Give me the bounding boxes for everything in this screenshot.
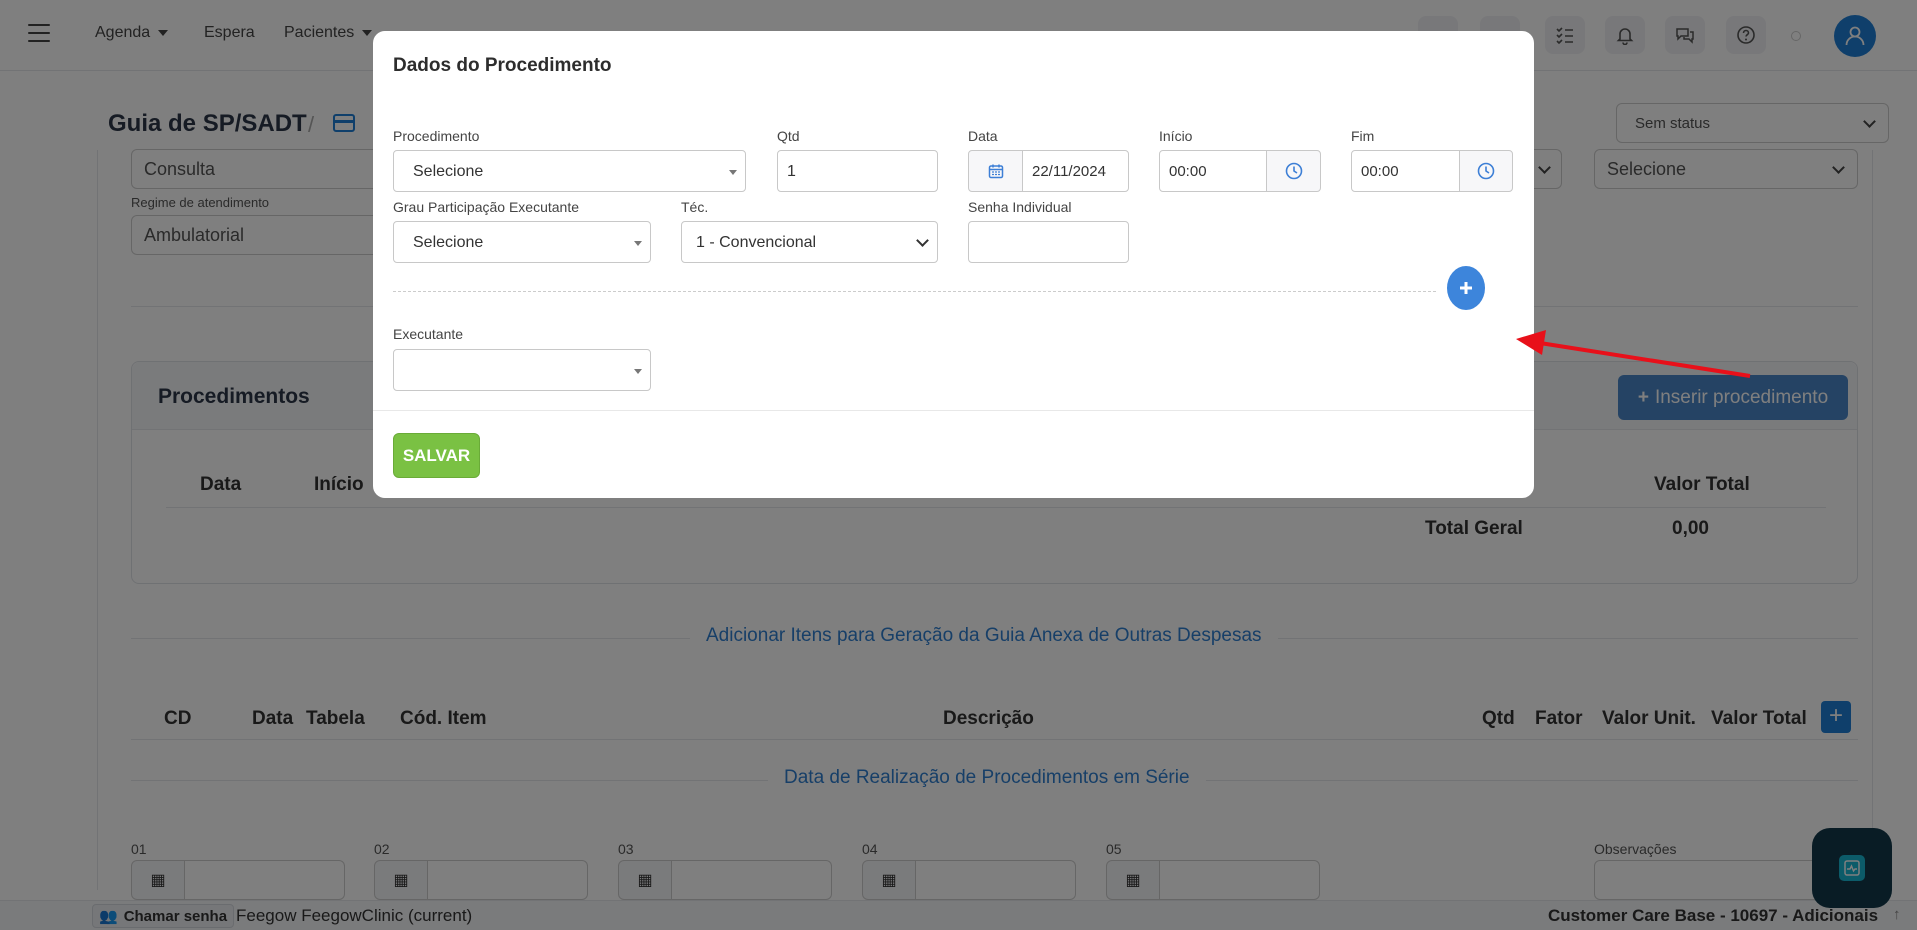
data-value: 22/11/2024 xyxy=(1032,163,1106,180)
chevron-down-icon xyxy=(916,234,929,247)
inicio-input[interactable]: 00:00 xyxy=(1159,150,1267,192)
executante-label: Executante xyxy=(393,326,464,342)
procedimento-select[interactable]: Selecione xyxy=(393,150,746,192)
dashed-separator xyxy=(393,291,1436,292)
data-label: Data xyxy=(968,128,998,144)
caret-down-icon xyxy=(634,241,642,246)
qtd-label: Qtd xyxy=(777,128,800,144)
senha-input[interactable] xyxy=(968,221,1129,263)
procedimento-label: Procedimento xyxy=(393,128,480,144)
inicio-label: Início xyxy=(1159,128,1193,144)
procedimento-select-value: Selecione xyxy=(413,163,484,180)
modal-footer-divider xyxy=(373,410,1534,411)
fim-value: 00:00 xyxy=(1361,163,1399,180)
modal-title: Dados do Procedimento xyxy=(393,55,612,76)
data-input[interactable]: 22/11/2024 xyxy=(1022,150,1129,192)
qtd-input[interactable]: 1 xyxy=(777,150,938,192)
executante-select[interactable] xyxy=(393,349,651,391)
procedure-modal: Dados do Procedimento Procedimento Selec… xyxy=(373,31,1534,498)
tec-select-value: 1 - Convencional xyxy=(696,234,817,251)
inicio-time-button[interactable] xyxy=(1266,150,1321,192)
grau-select-value: Selecione xyxy=(413,234,484,251)
plus-icon xyxy=(1460,282,1472,294)
save-button[interactable]: SALVAR xyxy=(393,433,480,478)
fim-label: Fim xyxy=(1351,128,1375,144)
caret-down-icon xyxy=(634,369,642,374)
fim-input[interactable]: 00:00 xyxy=(1351,150,1460,192)
caret-down-icon xyxy=(729,170,737,175)
grau-select[interactable]: Selecione xyxy=(393,221,651,263)
tec-label: Téc. xyxy=(681,199,709,215)
qtd-value: 1 xyxy=(787,163,796,180)
add-procedure-button[interactable] xyxy=(1447,266,1485,310)
clock-icon xyxy=(1285,162,1302,180)
clock-icon xyxy=(1477,162,1495,180)
calendar-icon xyxy=(988,164,1003,179)
fim-time-button[interactable] xyxy=(1459,150,1513,192)
senha-label: Senha Individual xyxy=(968,199,1072,215)
grau-label: Grau Participação Executante xyxy=(393,199,579,215)
date-picker-button[interactable] xyxy=(968,150,1023,192)
tec-select[interactable]: 1 - Convencional xyxy=(681,221,938,263)
inicio-value: 00:00 xyxy=(1169,163,1207,180)
